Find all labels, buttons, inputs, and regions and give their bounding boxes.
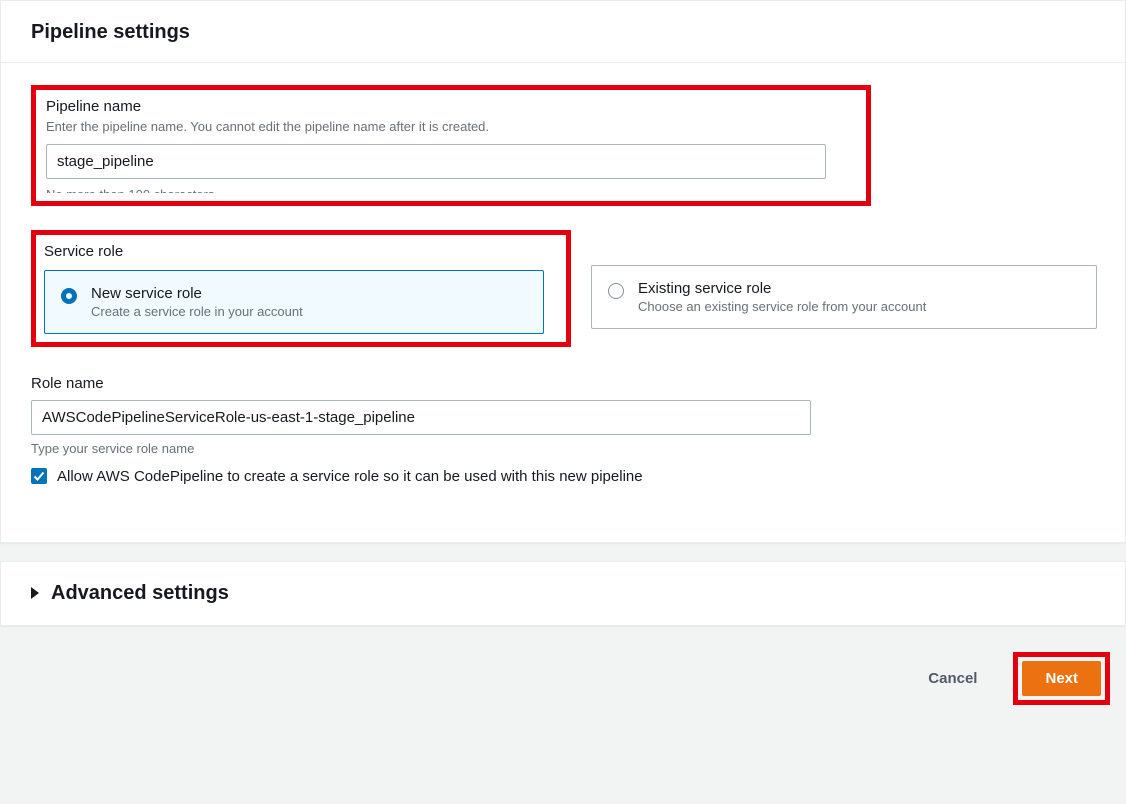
role-name-hint: Type your service role name: [31, 441, 1095, 456]
check-icon: [32, 469, 46, 483]
pipeline-name-help: Enter the pipeline name. You cannot edit…: [46, 119, 856, 134]
next-button[interactable]: Next: [1022, 661, 1101, 696]
advanced-settings-panel: Advanced settings: [0, 561, 1126, 626]
highlight-pipeline-name: Pipeline name Enter the pipeline name. Y…: [31, 85, 871, 206]
cancel-button[interactable]: Cancel: [912, 662, 993, 695]
radio-new-title: New service role: [91, 285, 303, 302]
panel-body: Pipeline name Enter the pipeline name. Y…: [1, 63, 1125, 542]
highlight-service-role: Service role New service role Create a s…: [31, 230, 571, 347]
pipeline-settings-panel: Pipeline settings Pipeline name Enter th…: [0, 0, 1126, 543]
radio-unselected-icon: [608, 283, 624, 299]
panel-header: Pipeline settings: [1, 1, 1125, 63]
role-name-section: Role name Type your service role name Al…: [31, 375, 1095, 488]
pipeline-name-limit-hint: No more than 100 characters: [46, 187, 856, 193]
role-name-input[interactable]: [31, 400, 811, 435]
service-role-label: Service role: [44, 243, 558, 260]
allow-create-checkbox[interactable]: [31, 468, 47, 484]
role-name-label: Role name: [31, 375, 1095, 392]
radio-new-desc: Create a service role in your account: [91, 304, 303, 319]
radio-existing-desc: Choose an existing service role from you…: [638, 299, 926, 314]
caret-right-icon: [31, 587, 39, 599]
radio-existing-service-role[interactable]: Existing service role Choose an existing…: [591, 265, 1097, 329]
wizard-footer: Cancel Next: [0, 626, 1126, 723]
panel-title: Pipeline settings: [31, 21, 1095, 44]
pipeline-name-label: Pipeline name: [46, 98, 856, 115]
radio-existing-title: Existing service role: [638, 280, 926, 297]
pipeline-name-input[interactable]: [46, 144, 826, 179]
radio-new-service-role[interactable]: New service role Create a service role i…: [44, 270, 544, 334]
allow-create-label: Allow AWS CodePipeline to create a servi…: [57, 466, 643, 488]
highlight-next: Next: [1013, 652, 1110, 705]
advanced-settings-toggle[interactable]: Advanced settings: [1, 562, 1125, 625]
radio-selected-icon: [61, 288, 77, 304]
advanced-settings-title: Advanced settings: [51, 582, 229, 605]
